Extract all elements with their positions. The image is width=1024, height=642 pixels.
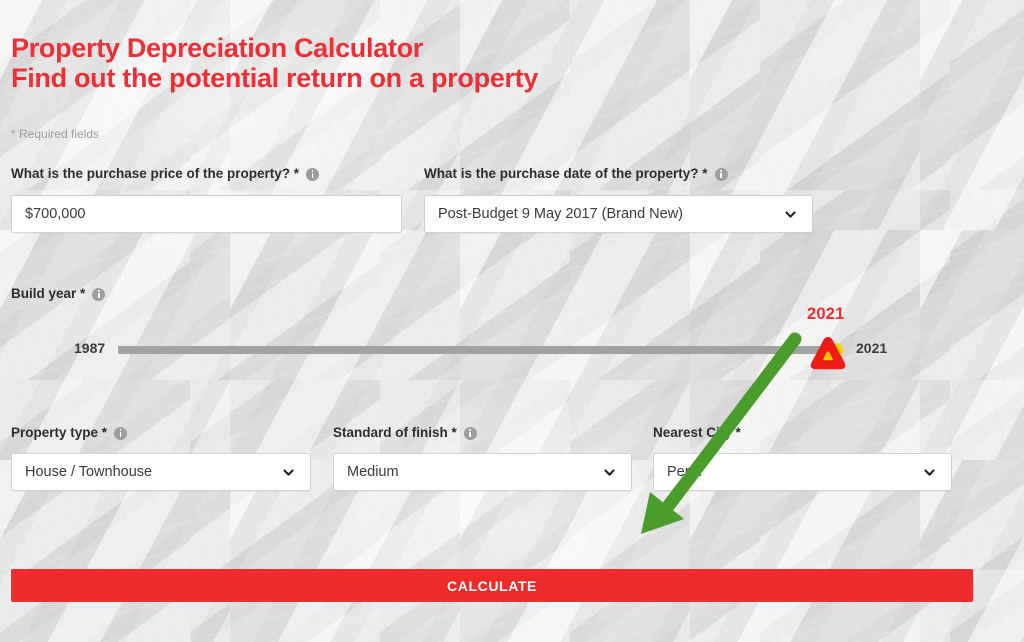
nearest-city-label-text: Nearest City * [653, 425, 741, 440]
chevron-down-icon [784, 208, 797, 221]
page-title: Property Depreciation Calculator Find ou… [11, 33, 538, 93]
nearest-city-value: Perth [667, 464, 702, 480]
build-year-label-text: Build year * [11, 286, 86, 301]
info-icon[interactable] [92, 287, 106, 301]
build-year-slider-thumb[interactable] [829, 343, 843, 357]
standard-of-finish-label: Standard of finish * [333, 425, 477, 441]
required-fields-note: * Required fields [11, 127, 100, 141]
purchase-date-value: Post-Budget 9 May 2017 (Brand New) [438, 206, 684, 222]
nearest-city-label: Nearest City * [653, 425, 741, 441]
property-type-label-text: Property type * [11, 425, 108, 440]
info-icon[interactable] [463, 426, 477, 440]
annotation-arrow [641, 332, 802, 534]
info-icon[interactable] [114, 426, 128, 440]
standard-of-finish-value: Medium [347, 464, 399, 480]
info-icon[interactable] [306, 167, 320, 181]
build-year-selected-value: 2021 [807, 305, 845, 323]
build-year-label: Build year * [11, 286, 106, 302]
build-year-max-label: 2021 [856, 340, 888, 356]
purchase-price-label-text: What is the purchase price of the proper… [11, 166, 300, 181]
standard-of-finish-select[interactable]: Medium [333, 453, 632, 491]
property-type-label: Property type * [11, 425, 128, 441]
chevron-down-icon [923, 466, 936, 479]
calculate-button[interactable]: CALCULATE [11, 569, 973, 602]
info-icon[interactable] [714, 167, 728, 181]
chevron-down-icon [282, 466, 295, 479]
page-title-line-1: Property Depreciation Calculator [11, 33, 424, 63]
page-title-line-2: Find out the potential return on a prope… [11, 63, 539, 93]
purchase-date-label-text: What is the purchase date of the propert… [424, 166, 708, 181]
purchase-date-label: What is the purchase date of the propert… [424, 166, 728, 182]
build-year-slider-track[interactable] [118, 346, 833, 354]
standard-of-finish-label-text: Standard of finish * [333, 425, 457, 440]
nearest-city-select[interactable]: Perth [653, 453, 952, 491]
chevron-down-icon [603, 466, 616, 479]
property-type-value: House / Townhouse [25, 464, 153, 480]
build-year-min-label: 1987 [74, 340, 106, 356]
purchase-date-select[interactable]: Post-Budget 9 May 2017 (Brand New) [424, 195, 813, 233]
property-type-select[interactable]: House / Townhouse [11, 453, 311, 491]
property-depreciation-calculator-page: Property Depreciation Calculator Find ou… [0, 0, 1024, 642]
purchase-price-input[interactable]: $700,000 [11, 195, 402, 233]
build-year-slider: 1987 2021 2021 [11, 305, 1013, 370]
purchase-price-label: What is the purchase price of the proper… [11, 166, 320, 182]
